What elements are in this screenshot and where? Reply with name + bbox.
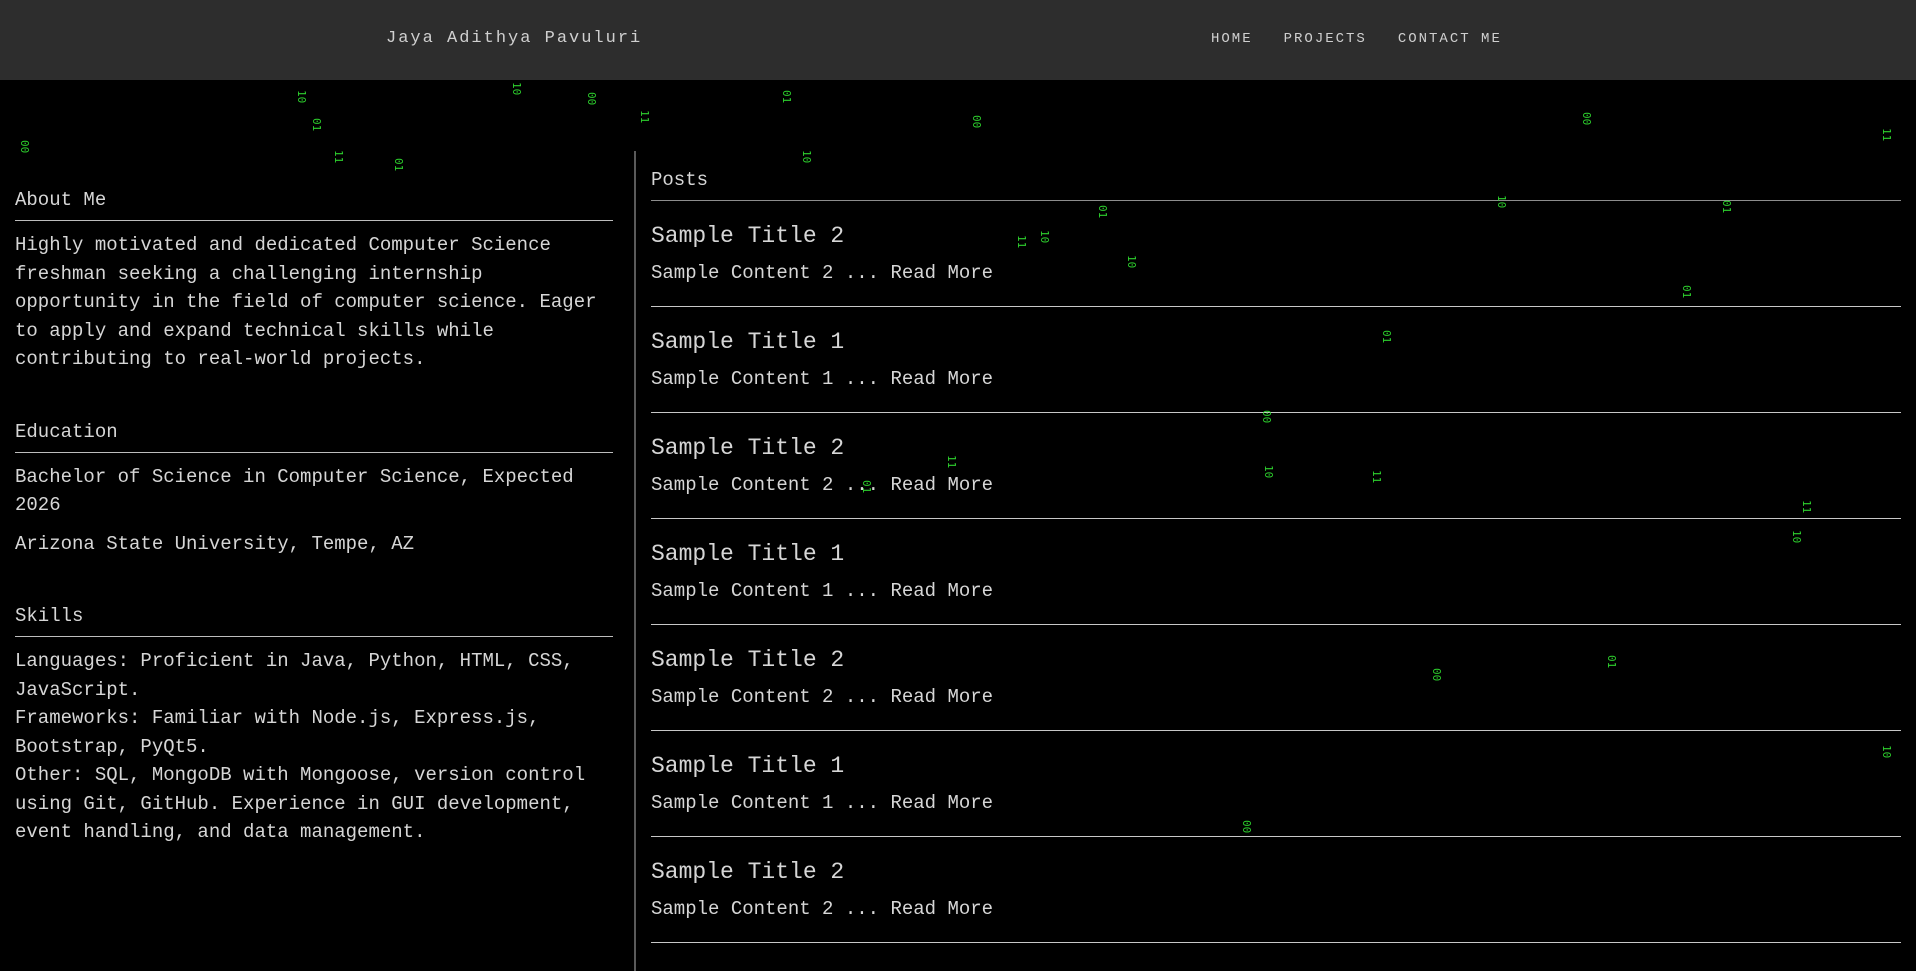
post-title[interactable]: Sample Title 2 [651,857,844,887]
skills-heading: Skills [15,602,613,637]
nav-link-projects[interactable]: PROJECTS [1284,31,1367,47]
nav-link-home[interactable]: HOME [1211,31,1253,47]
post-excerpt: Sample Content 2 ... [651,474,880,496]
post-excerpt: Sample Content 1 ... [651,792,880,814]
post-item: Sample Title 1 Sample Content 1 ... Read … [651,307,1901,413]
read-more-link[interactable]: Read More [890,792,993,814]
matrix-rain-glyph: 00 [970,115,983,129]
post-content: Sample Content 1 ... Read More [651,789,993,817]
post-item: Sample Title 1 Sample Content 1 ... Read … [651,731,1901,837]
education-heading: Education [15,418,613,453]
education-section: Education Bachelor of Science in Compute… [15,418,613,559]
nav-link-contact[interactable]: CONTACT ME [1398,31,1502,47]
post-item: Sample Title 2 Sample Content 2 ... Read … [651,201,1901,307]
skills-section: Skills Languages: Proficient in Java, Py… [15,602,613,847]
read-more-link[interactable]: Read More [890,474,993,496]
post-item: Sample Title 1 Sample Content 1 ... Read … [651,519,1901,625]
read-more-link[interactable]: Read More [890,262,993,284]
read-more-link[interactable]: Read More [890,686,993,708]
post-item: Sample Title 2 Sample Content 2 ... Read … [651,837,1901,943]
about-heading: About Me [15,186,613,221]
post-title[interactable]: Sample Title 1 [651,751,844,781]
column-divider [634,151,636,971]
post-title[interactable]: Sample Title 1 [651,539,844,569]
post-content: Sample Content 2 ... Read More [651,259,993,287]
matrix-rain-glyph: 01 [392,158,405,172]
matrix-rain-glyph: 01 [310,118,323,132]
read-more-link[interactable]: Read More [890,368,993,390]
post-content: Sample Content 2 ... Read More [651,683,993,711]
site-brand[interactable]: Jaya Adithya Pavuluri [386,29,642,48]
post-excerpt: Sample Content 2 ... [651,898,880,920]
matrix-rain-glyph: 11 [638,110,651,124]
post-content: Sample Content 2 ... Read More [651,471,993,499]
post-list: Sample Title 2 Sample Content 2 ... Read … [651,201,1901,943]
skills-frameworks: Frameworks: Familiar with Node.js, Expre… [15,707,540,758]
skills-other: Other: SQL, MongoDB with Mongoose, versi… [15,764,586,843]
post-content: Sample Content 2 ... Read More [651,895,993,923]
about-section: About Me Highly motivated and dedicated … [15,186,613,374]
post-title[interactable]: Sample Title 2 [651,433,844,463]
matrix-rain-glyph: 10 [800,150,813,164]
post-excerpt: Sample Content 2 ... [651,262,880,284]
post-title[interactable]: Sample Title 2 [651,645,844,675]
posts-column: Posts Sample Title 2 Sample Content 2 ...… [651,166,1901,943]
post-title[interactable]: Sample Title 1 [651,327,844,357]
navbar: Jaya Adithya Pavuluri HOME PROJECTS CONT… [0,0,1916,80]
education-school: Arizona State University, Tempe, AZ [15,532,415,555]
posts-heading: Posts [651,166,1901,201]
post-item: Sample Title 2 Sample Content 2 ... Read … [651,625,1901,731]
post-excerpt: Sample Content 1 ... [651,368,880,390]
post-excerpt: Sample Content 2 ... [651,686,880,708]
profile-column: About Me Highly motivated and dedicated … [15,186,613,891]
skills-languages: Languages: Proficient in Java, Python, H… [15,650,574,701]
read-more-link[interactable]: Read More [890,580,993,602]
matrix-rain-glyph: 00 [585,92,598,106]
post-content: Sample Content 1 ... Read More [651,365,993,393]
read-more-link[interactable]: Read More [890,898,993,920]
matrix-rain-glyph: 00 [18,140,31,154]
post-title[interactable]: Sample Title 2 [651,221,844,251]
post-item: Sample Title 2 Sample Content 2 ... Read … [651,413,1901,519]
matrix-rain-glyph: 10 [510,82,523,96]
matrix-rain-glyph: 11 [332,150,345,164]
post-content: Sample Content 1 ... Read More [651,577,993,605]
matrix-rain-glyph: 01 [780,90,793,104]
about-text: Highly motivated and dedicated Computer … [15,234,597,370]
post-excerpt: Sample Content 1 ... [651,580,880,602]
nav-links: HOME PROJECTS CONTACT ME [1211,31,1502,47]
matrix-rain-glyph: 10 [295,90,308,104]
matrix-rain-glyph: 00 [1580,112,1593,126]
matrix-rain-glyph: 11 [1880,128,1893,142]
education-degree: Bachelor of Science in Computer Science,… [15,465,574,517]
